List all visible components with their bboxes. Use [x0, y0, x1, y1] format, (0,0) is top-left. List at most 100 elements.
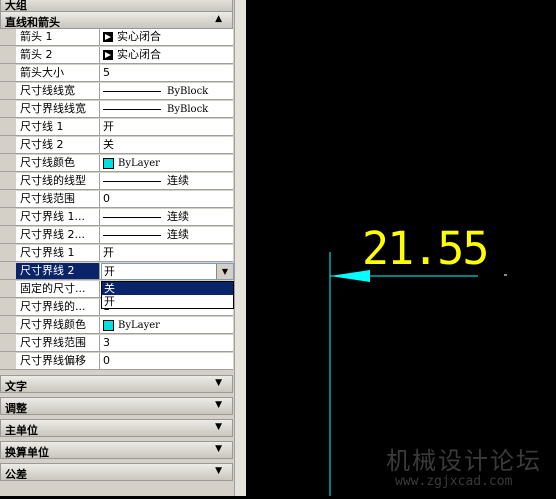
linetype-sample: [103, 216, 161, 218]
row-gutter: [0, 173, 16, 189]
row-gutter: [0, 29, 16, 45]
property-value-text: 0: [103, 354, 110, 367]
section-label: 直线和箭头: [5, 16, 60, 29]
row-gutter: [0, 353, 16, 369]
property-value-text: 连续: [167, 174, 189, 187]
section-header-collapsed[interactable]: 公差 ▼: [0, 463, 233, 481]
property-row[interactable]: 尺寸线颜色 ByLayer: [0, 155, 233, 172]
property-row[interactable]: 尺寸线线宽 ByBlock: [0, 83, 233, 100]
property-value[interactable]: 实心闭合: [101, 29, 235, 45]
dropdown-option-off[interactable]: 关: [102, 282, 233, 295]
dropdown-option-on[interactable]: 开: [102, 295, 233, 308]
section-header-collapsed[interactable]: 换算单位 ▼: [0, 441, 233, 459]
property-row[interactable]: 尺寸界线 2... 连续: [0, 227, 233, 244]
dimension-text: 21.55: [362, 222, 489, 275]
row-gutter: [0, 245, 16, 261]
row-gutter: [0, 191, 16, 207]
row-gutter: [0, 101, 16, 117]
row-gutter: [0, 155, 16, 171]
chevron-down-icon[interactable]: ▼: [215, 400, 222, 410]
property-value[interactable]: ByBlock: [101, 101, 235, 117]
row-gutter: [0, 335, 16, 351]
chevron-down-icon[interactable]: ▼: [215, 466, 222, 476]
property-value-text: ByBlock: [167, 86, 209, 97]
property-row[interactable]: 箭头大小 5: [0, 65, 233, 82]
dropdown-extension-line-2[interactable]: 开 ▼: [101, 263, 234, 280]
linetype-sample: [103, 234, 161, 236]
property-value[interactable]: 0: [101, 191, 235, 207]
property-value[interactable]: 开: [101, 119, 235, 135]
row-gutter: [0, 317, 16, 333]
chevron-down-icon[interactable]: ▼: [215, 378, 222, 388]
row-gutter: [0, 227, 16, 243]
property-value-text: 3: [103, 336, 110, 349]
property-value-text: ByLayer: [118, 320, 160, 331]
property-value-text: 5: [103, 66, 110, 79]
property-value-text: ByLayer: [118, 158, 160, 169]
property-value[interactable]: 0: [101, 353, 235, 369]
property-value-text: 关: [103, 138, 114, 151]
arrowhead-icon: [103, 50, 113, 60]
property-row[interactable]: 尺寸界线线宽 ByBlock: [0, 101, 233, 118]
property-row[interactable]: 尺寸界线范围 3: [0, 335, 233, 352]
property-value[interactable]: ByLayer: [101, 155, 235, 171]
property-row[interactable]: 尺寸界线 1开: [0, 245, 233, 262]
chevron-down-icon[interactable]: ▼: [216, 264, 233, 279]
section-label: 换算单位: [5, 446, 49, 459]
property-value[interactable]: 3: [101, 335, 235, 351]
section-label: 调整: [5, 402, 27, 415]
property-value-text: 实心闭合: [117, 30, 161, 43]
property-value-text: 开: [103, 120, 114, 133]
property-row[interactable]: 尺寸线的线型 连续: [0, 173, 233, 190]
property-value-text: 开: [103, 246, 114, 259]
property-value-text: 连续: [167, 210, 189, 223]
property-row[interactable]: 尺寸线 2关: [0, 137, 233, 154]
section-label: 文字: [5, 380, 27, 393]
property-row[interactable]: 尺寸线 1开: [0, 119, 233, 136]
row-gutter: [0, 83, 16, 99]
section-header-lines-arrows[interactable]: 直线和箭头 ▲: [0, 11, 233, 29]
arrowhead-icon: [103, 32, 113, 42]
section-label: 公差: [5, 468, 27, 481]
property-row[interactable]: 箭头 2 实心闭合: [0, 47, 233, 64]
property-row[interactable]: 尺寸界线偏移 0: [0, 353, 233, 370]
property-value[interactable]: 5: [101, 65, 235, 81]
property-row[interactable]: 箭头 1 实心闭合: [0, 29, 233, 46]
dropdown-list: 关 开: [101, 281, 234, 309]
color-swatch: [103, 319, 114, 331]
property-value[interactable]: ByBlock: [101, 83, 235, 99]
property-value-text: 实心闭合: [117, 48, 161, 61]
dropdown-value: 开: [104, 265, 115, 278]
section-header-collapsed[interactable]: 文字 ▼: [0, 375, 233, 393]
property-row[interactable]: 尺寸界线颜色 ByLayer: [0, 317, 233, 334]
watermark-title: 机械设计论坛: [386, 447, 542, 475]
property-row[interactable]: 尺寸线范围 0: [0, 191, 233, 208]
row-gutter: [0, 65, 16, 81]
row-gutter: [0, 299, 16, 315]
chevron-up-icon[interactable]: ▲: [215, 14, 222, 24]
row-gutter: [0, 137, 16, 153]
section-label: 主单位: [5, 424, 38, 437]
property-value-text: ByBlock: [167, 104, 209, 115]
row-gutter: [0, 119, 16, 135]
property-value-text: 0: [103, 192, 110, 205]
property-value[interactable]: 连续: [101, 209, 235, 225]
row-gutter: [0, 47, 16, 63]
property-value[interactable]: 实心闭合: [101, 47, 235, 63]
chevron-down-icon[interactable]: ▼: [215, 422, 222, 432]
section-header-collapsed[interactable]: 主单位 ▼: [0, 419, 233, 437]
property-row[interactable]: 尺寸界线 1... 连续: [0, 209, 233, 226]
linetype-sample: [103, 180, 161, 182]
property-value[interactable]: 开: [101, 245, 235, 261]
chevron-down-icon[interactable]: ▼: [215, 444, 222, 454]
section-header-collapsed[interactable]: 调整 ▼: [0, 397, 233, 415]
property-value[interactable]: 连续: [101, 173, 235, 189]
property-value[interactable]: 连续: [101, 227, 235, 243]
linetype-sample: [103, 108, 161, 110]
row-gutter: [0, 281, 16, 297]
property-value[interactable]: 关: [101, 137, 235, 153]
property-value-text: 连续: [167, 228, 189, 241]
endpoint-dot: [504, 274, 507, 276]
property-value[interactable]: ByLayer: [101, 317, 235, 333]
linetype-sample: [103, 90, 161, 92]
